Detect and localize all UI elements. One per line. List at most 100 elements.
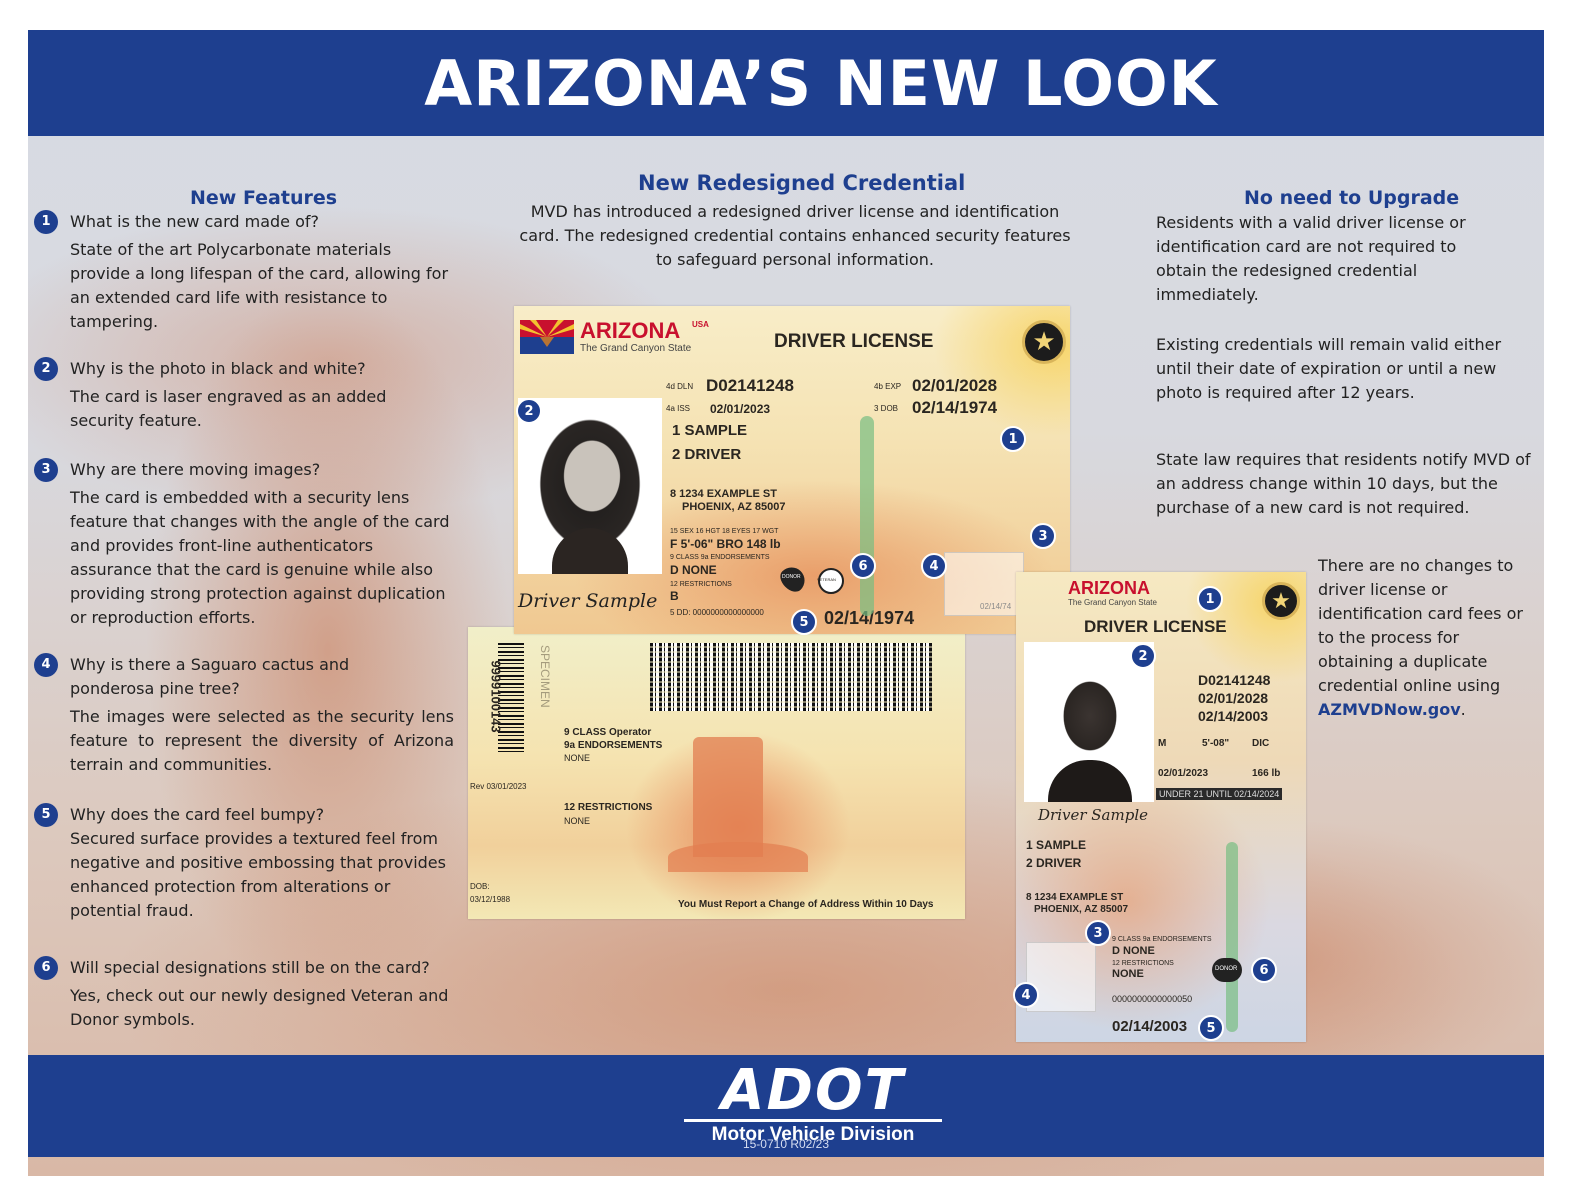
usa-mark: USA	[692, 320, 709, 329]
card-type: DRIVER LICENSE	[774, 331, 934, 352]
address-line-2: PHOENIX, AZ 85007	[682, 501, 786, 513]
faq-answer: The card is laser engraved as an added s…	[70, 387, 387, 430]
faq-answer: The images were selected as the security…	[70, 707, 454, 774]
state-name: ARIZONA	[580, 318, 681, 343]
physical-labels: 15 SEX 16 HGT 18 EYES 17 WGT	[670, 528, 779, 535]
restrictions-value: NONE	[1112, 968, 1144, 980]
faq-answer: Secured surface provides a textured feel…	[70, 829, 446, 920]
faq-answer: Yes, check out our newly designed Vetera…	[70, 986, 449, 1029]
upgrade-paragraph-2: Existing credentials will remain valid e…	[1156, 335, 1502, 402]
under-21-banner: UNDER 21 UNTIL 02/14/2024	[1156, 788, 1283, 800]
new-features-title: New Features	[190, 187, 338, 209]
faq-question: What is the new card made of?	[70, 212, 320, 231]
class-values: D NONE	[1112, 945, 1155, 957]
iss-value: 02/01/2023	[710, 402, 771, 416]
fees-text: There are no changes to driver license o…	[1318, 556, 1523, 695]
state-name: ARIZONA	[1068, 578, 1150, 598]
restrictions-label: 12 RESTRICTIONS	[670, 581, 732, 588]
upgrade-paragraph-4: There are no changes to driver license o…	[1318, 554, 1534, 722]
page-header: ARIZONA’S NEW LOOK	[28, 30, 1544, 136]
upgrade-paragraph-3: State law requires that residents notify…	[1156, 450, 1531, 517]
dob-label: 3 DOB	[874, 404, 899, 413]
dob-value: 02/14/2003	[1198, 708, 1269, 724]
card-type: DRIVER LICENSE	[1084, 617, 1227, 636]
callout-5-badge: 5	[791, 609, 817, 635]
callout-6-badge: 6	[850, 553, 876, 579]
fees-period: .	[1460, 700, 1466, 719]
restrictions-label: 12 RESTRICTIONS	[564, 802, 653, 813]
saguaro-cactus-image	[1226, 842, 1238, 1032]
number-2-badge: 2	[34, 357, 58, 381]
callout-2-badge-vertical: 2	[1130, 643, 1156, 669]
given-name: 2 DRIVER	[672, 446, 742, 463]
callout-3-badge-vertical: 3	[1085, 920, 1111, 946]
faq-item-3: 3 Why are there moving images? The card i…	[34, 458, 454, 630]
credential-intro: MVD has introduced a redesigned driver l…	[519, 202, 1071, 269]
butte-illustration	[693, 737, 763, 857]
dob-value: 03/12/1988	[470, 895, 511, 904]
restrictions-value: NONE	[564, 816, 591, 826]
mesa-base-illustration	[668, 842, 808, 872]
height-value: 5'-08"	[1202, 738, 1230, 749]
faq-item-5: 5 Why does the card feel bumpy? Secured s…	[34, 803, 454, 923]
dob-small: 02/14/2003	[1112, 1018, 1188, 1035]
callout-1-badge: 1	[1000, 426, 1026, 452]
iss-value: 02/01/2023	[1158, 768, 1209, 779]
barcode-number: 9999100143	[488, 660, 504, 733]
exp-value: 02/01/2028	[912, 376, 998, 395]
dln-value: D02141248	[1198, 672, 1271, 688]
star-compliance-icon: ★	[1022, 320, 1066, 364]
address-line-1: 8 1234 EXAMPLE ST	[670, 488, 777, 500]
license-card-back: 9999100143 SPECIMEN 9 CLASS Operator 9a …	[468, 627, 965, 919]
physical-values: F 5'-06" BRO 148 lb	[670, 537, 781, 551]
credential-title: New Redesigned Credential	[638, 171, 966, 195]
page-title: ARIZONA’S NEW LOOK	[424, 46, 1218, 120]
faq-item-4: 4 Why is there a Saguaro cactus and ponde…	[34, 653, 454, 777]
specimen-mark: SPECIMEN	[538, 645, 552, 708]
star-compliance-icon: ★	[1262, 582, 1300, 620]
restrictions-label: 12 RESTRICTIONS	[1112, 960, 1174, 967]
callout-3-badge: 3	[1030, 523, 1056, 549]
page-footer: ADOT Motor Vehicle Division 15-0710 R02/…	[28, 1055, 1544, 1157]
dd-number: 0000000000000050	[1112, 994, 1193, 1004]
surname: 1 SAMPLE	[672, 422, 748, 439]
number-1-badge: 1	[34, 210, 58, 234]
class-labels: 9 CLASS 9a ENDORSEMENTS	[1112, 936, 1212, 943]
pdf417-barcode	[650, 643, 932, 711]
endorsement-value: NONE	[564, 753, 591, 763]
state-tagline: The Grand Canyon State	[1068, 598, 1157, 607]
ghost-dob: 02/14/74	[980, 602, 1012, 611]
arizona-flag-icon	[520, 320, 574, 354]
callout-2-badge: 2	[516, 398, 542, 424]
faq-answer: State of the art Polycarbonate materials…	[70, 240, 449, 331]
class-values: D NONE	[670, 563, 717, 577]
azmvdnow-link[interactable]: AZMVDNow.gov	[1318, 700, 1461, 719]
faq-item-1: 1 What is the new card made of? State of …	[34, 210, 454, 334]
dd-number: 5 DD: 0000000000000000	[670, 608, 764, 617]
veteran-label: VETERAN	[817, 577, 836, 582]
callout-6-badge-vertical: 6	[1251, 957, 1277, 983]
callout-4-badge: 4	[921, 553, 947, 579]
signature: Driver Sample	[1038, 806, 1149, 824]
address-line-2: PHOENIX, AZ 85007	[1034, 904, 1129, 915]
adot-logo: ADOT Motor Vehicle Division	[678, 1063, 948, 1146]
revision-date: Rev 03/01/2023	[470, 782, 527, 791]
license-card-front: ARIZONA USA The Grand Canyon State DRIVE…	[514, 306, 1070, 634]
faq-question: Why is the photo in black and white?	[70, 359, 366, 378]
given-name: 2 DRIVER	[1026, 856, 1082, 870]
holder-photo	[518, 398, 662, 574]
number-4-badge: 4	[34, 653, 58, 677]
sex-value: M	[1158, 738, 1167, 749]
upgrade-paragraph-1: Residents with a valid driver license or…	[1156, 213, 1466, 304]
faq-item-2: 2 Why is the photo in black and white? Th…	[34, 357, 454, 433]
signature: Driver Sample	[518, 590, 658, 612]
faq-question: Will special designations still be on th…	[70, 958, 430, 977]
weight-value: 166 lb	[1252, 768, 1281, 779]
exp-label: 4b EXP	[874, 382, 902, 391]
dob-value: 02/14/1974	[912, 398, 998, 417]
callout-5-badge-vertical: 5	[1198, 1015, 1224, 1041]
form-code: 15-0710 R02/23	[742, 1137, 830, 1151]
class-field: 9 CLASS Operator	[564, 727, 652, 738]
saguaro-cactus-image	[860, 416, 874, 616]
dob-label: DOB:	[470, 882, 490, 891]
